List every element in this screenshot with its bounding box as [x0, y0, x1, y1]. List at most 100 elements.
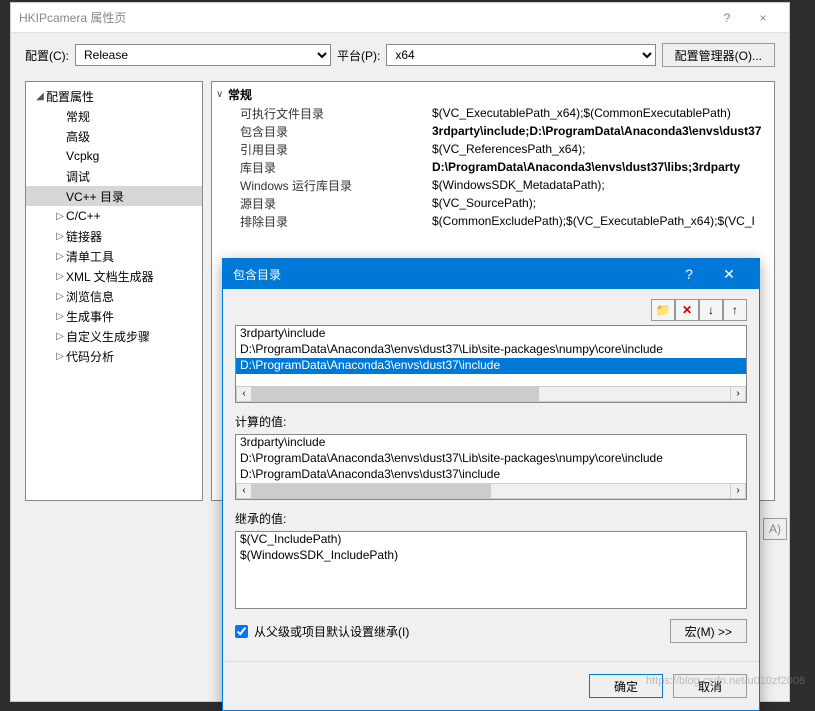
expand-icon[interactable]: ▷	[54, 331, 66, 342]
prop-label: 源目录	[216, 195, 432, 212]
prop-label: 引用目录	[216, 141, 432, 158]
new-line-button[interactable]: 📁	[651, 299, 675, 321]
list-toolbar: 📁 ✕ ↓ ↑	[235, 299, 747, 321]
tree-node-label: 代码分析	[66, 348, 114, 365]
macros-button[interactable]: 宏(M) >>	[670, 619, 747, 643]
prop-label: Windows 运行库目录	[216, 177, 432, 194]
prop-value[interactable]: $(VC_SourcePath);	[432, 196, 770, 210]
h-scrollbar[interactable]: ‹ ›	[236, 386, 746, 402]
tree-node[interactable]: ▷XML 文档生成器	[26, 266, 202, 286]
h-scrollbar-computed[interactable]: ‹ ›	[236, 483, 746, 499]
inherit-checkbox[interactable]	[235, 625, 248, 638]
list-item: D:\ProgramData\Anaconda3\envs\dust37\inc…	[236, 467, 746, 483]
expand-icon[interactable]: ▷	[54, 311, 66, 322]
list-item[interactable]: D:\ProgramData\Anaconda3\envs\dust37\inc…	[236, 358, 746, 374]
tree-node[interactable]: 高级	[26, 126, 202, 146]
grid-header[interactable]: ∨ 常规	[216, 84, 770, 104]
grid-row[interactable]: 可执行文件目录$(VC_ExecutablePath_x64);$(Common…	[216, 104, 770, 122]
list-item: $(WindowsSDK_IncludePath)	[236, 548, 746, 564]
list-item: $(VC_IncludePath)	[236, 532, 746, 548]
tree-node[interactable]: 调试	[26, 166, 202, 186]
scroll-left-icon[interactable]: ‹	[236, 386, 252, 402]
computed-label: 计算的值:	[235, 413, 747, 430]
prop-value[interactable]: $(WindowsSDK_MetadataPath);	[432, 178, 770, 192]
grid-header-title: 常规	[228, 86, 252, 103]
grid-row[interactable]: 库目录D:\ProgramData\Anaconda3\envs\dust37\…	[216, 158, 770, 176]
grid-row[interactable]: Windows 运行库目录$(WindowsSDK_MetadataPath);	[216, 176, 770, 194]
platform-label: 平台(P):	[337, 47, 380, 64]
tree-node[interactable]: ◢配置属性	[26, 86, 202, 106]
tree-node[interactable]: ▷浏览信息	[26, 286, 202, 306]
tree-node-label: 自定义生成步骤	[66, 328, 150, 345]
expand-icon[interactable]: ▷	[54, 211, 66, 222]
include-dirs-dialog: 包含目录 ? ✕ 📁 ✕ ↓ ↑ 3rdparty\includeD:\Prog…	[222, 258, 760, 711]
tree-node[interactable]: ▷自定义生成步骤	[26, 326, 202, 346]
config-select[interactable]: Release	[75, 44, 331, 66]
help-button[interactable]: ?	[709, 11, 745, 25]
scroll-thumb[interactable]	[252, 484, 491, 498]
category-tree[interactable]: ◢配置属性常规高级Vcpkg调试VC++ 目录▷C/C++▷链接器▷清单工具▷X…	[25, 81, 203, 501]
titlebar: HKIPcamera 属性页 ? ×	[11, 3, 789, 33]
paths-listbox[interactable]: 3rdparty\includeD:\ProgramData\Anaconda3…	[235, 325, 747, 403]
expand-icon[interactable]: ▷	[54, 251, 66, 262]
tree-node-label: 链接器	[66, 228, 102, 245]
list-item[interactable]: D:\ProgramData\Anaconda3\envs\dust37\Lib…	[236, 342, 746, 358]
expand-icon[interactable]: ◢	[34, 91, 46, 102]
move-down-button[interactable]: ↓	[699, 299, 723, 321]
scroll-right-icon[interactable]: ›	[730, 386, 746, 402]
grid-row[interactable]: 引用目录$(VC_ReferencesPath_x64);	[216, 140, 770, 158]
scroll-thumb[interactable]	[252, 387, 539, 401]
prop-label: 排除目录	[216, 213, 432, 230]
inherit-checkbox-label[interactable]: 从父级或项目默认设置继承(I)	[254, 623, 409, 640]
inherited-listbox: $(VC_IncludePath)$(WindowsSDK_IncludePat…	[235, 531, 747, 609]
close-button[interactable]: ×	[745, 11, 781, 25]
list-item: 3rdparty\include	[236, 435, 746, 451]
tree-node[interactable]: ▷C/C++	[26, 206, 202, 226]
prop-value[interactable]: $(VC_ExecutablePath_x64);$(CommonExecuta…	[432, 106, 770, 120]
scroll-right-icon[interactable]: ›	[730, 483, 746, 499]
tree-node-label: 清单工具	[66, 248, 114, 265]
prop-value[interactable]: $(VC_ReferencesPath_x64);	[432, 142, 770, 156]
tree-node-label: Vcpkg	[66, 149, 99, 163]
grid-row[interactable]: 包含目录3rdparty\include;D:\ProgramData\Anac…	[216, 122, 770, 140]
expand-icon[interactable]: ▷	[54, 291, 66, 302]
tree-node-label: VC++ 目录	[66, 188, 124, 205]
scroll-left-icon[interactable]: ‹	[236, 483, 252, 499]
tree-node[interactable]: ▷链接器	[26, 226, 202, 246]
expand-icon[interactable]: ▷	[54, 231, 66, 242]
tree-node[interactable]: ▷生成事件	[26, 306, 202, 326]
prop-label: 包含目录	[216, 123, 432, 140]
prop-label: 库目录	[216, 159, 432, 176]
window-title: HKIPcamera 属性页	[19, 9, 709, 26]
popup-help-button[interactable]: ?	[669, 266, 709, 282]
delete-line-button[interactable]: ✕	[675, 299, 699, 321]
platform-select[interactable]: x64	[386, 44, 655, 66]
collapse-icon[interactable]: ∨	[216, 89, 228, 100]
expand-icon[interactable]: ▷	[54, 271, 66, 282]
tree-node-label: XML 文档生成器	[66, 268, 154, 285]
popup-close-button[interactable]: ✕	[709, 266, 749, 283]
expand-icon[interactable]: ▷	[54, 351, 66, 362]
tree-node-label: 常规	[66, 108, 90, 125]
tree-node[interactable]: Vcpkg	[26, 146, 202, 166]
tree-node-label: C/C++	[66, 209, 101, 223]
tree-node-label: 高级	[66, 128, 90, 145]
config-manager-button[interactable]: 配置管理器(O)...	[662, 43, 775, 67]
grid-row[interactable]: 排除目录$(CommonExcludePath);$(VC_Executable…	[216, 212, 770, 230]
grid-row[interactable]: 源目录$(VC_SourcePath);	[216, 194, 770, 212]
config-label: 配置(C):	[25, 47, 69, 64]
move-up-button[interactable]: ↑	[723, 299, 747, 321]
tree-node[interactable]: ▷清单工具	[26, 246, 202, 266]
prop-value[interactable]: 3rdparty\include;D:\ProgramData\Anaconda…	[432, 124, 770, 138]
tree-node[interactable]: 常规	[26, 106, 202, 126]
tree-node[interactable]: ▷代码分析	[26, 346, 202, 366]
tree-node[interactable]: VC++ 目录	[26, 186, 202, 206]
prop-value[interactable]: D:\ProgramData\Anaconda3\envs\dust37\lib…	[432, 160, 770, 174]
apply-button-fragment[interactable]: A)	[763, 518, 787, 540]
tree-node-label: 浏览信息	[66, 288, 114, 305]
popup-title: 包含目录	[233, 266, 669, 283]
prop-value[interactable]: $(CommonExcludePath);$(VC_ExecutablePath…	[432, 214, 770, 228]
list-item[interactable]: 3rdparty\include	[236, 326, 746, 342]
computed-listbox: 3rdparty\include D:\ProgramData\Anaconda3…	[235, 434, 747, 500]
tree-node-label: 生成事件	[66, 308, 114, 325]
